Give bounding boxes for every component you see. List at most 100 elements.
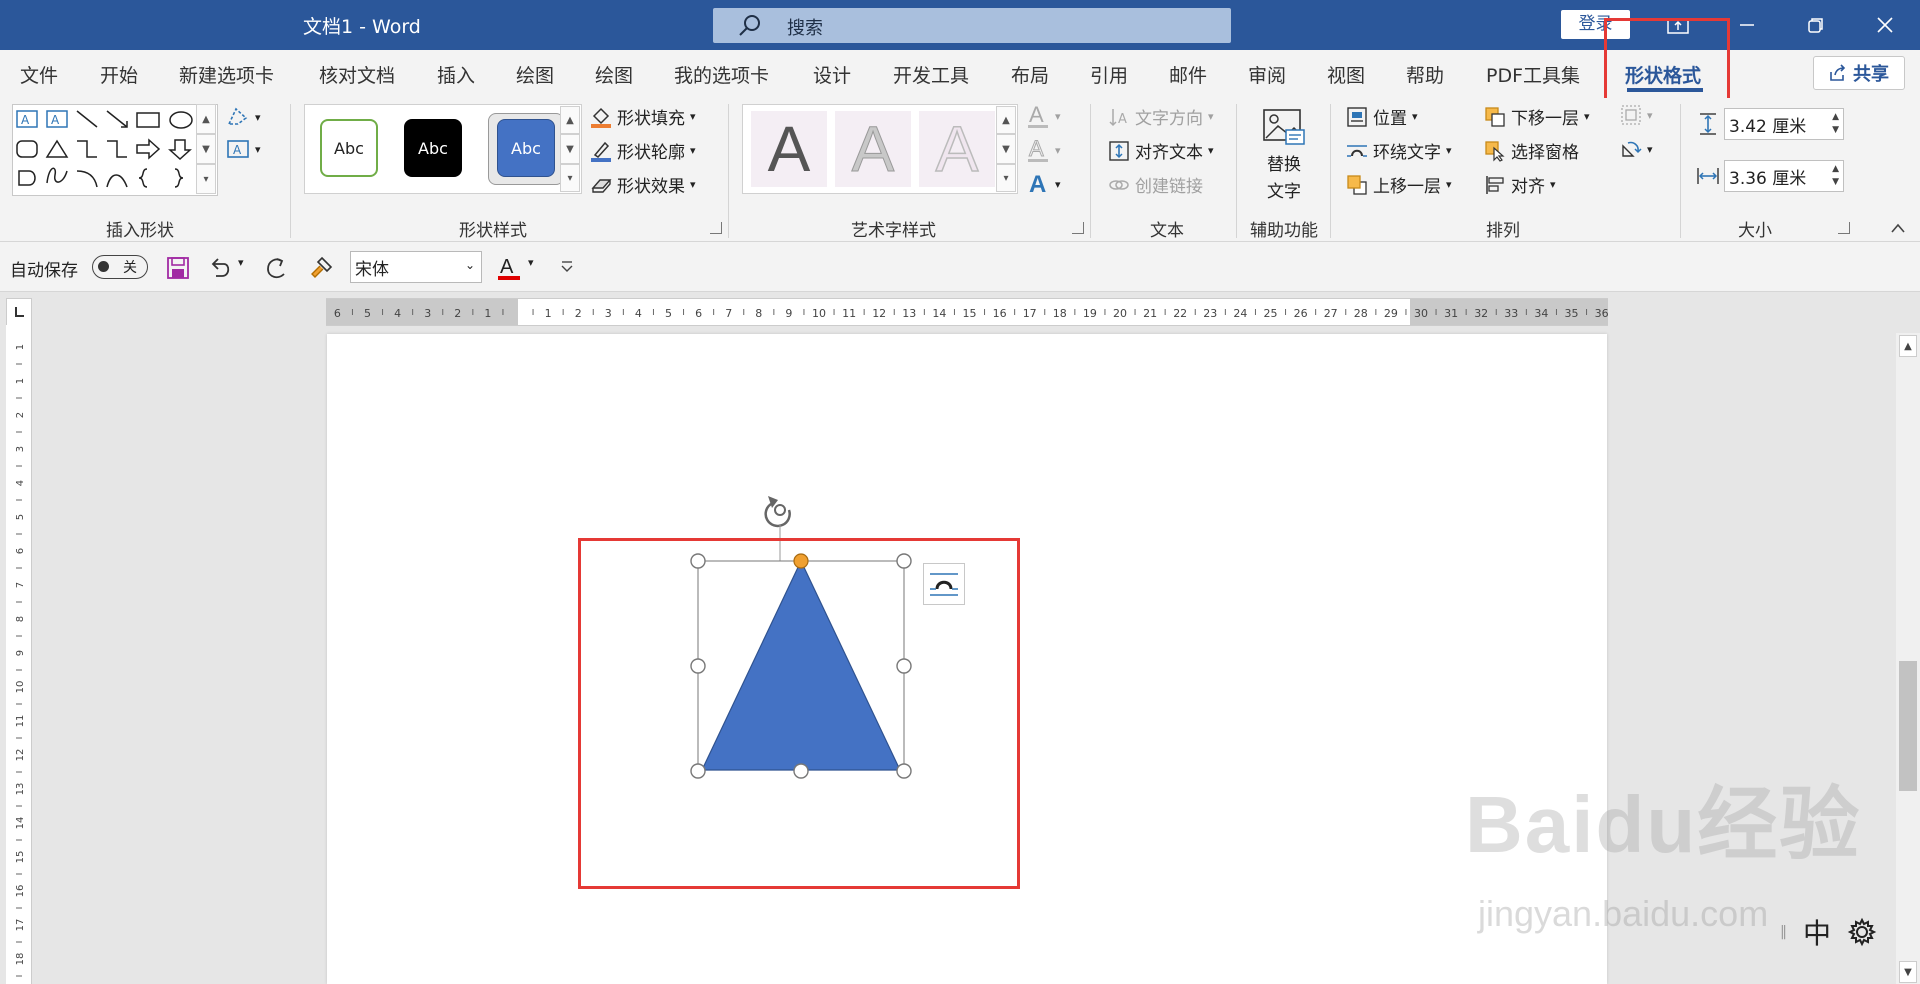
group-separator <box>728 104 729 238</box>
group-objects-button[interactable]: ▾ <box>1620 104 1653 126</box>
shape-gallery-more[interactable]: ▾ <box>196 164 216 194</box>
wordart-gallery-more[interactable]: ▾ <box>996 164 1016 192</box>
tab-check-doc[interactable]: 核对文档 <box>319 61 395 88</box>
alt-text-label-1: 替换 <box>1267 155 1301 175</box>
position-button[interactable]: 位置 ▾ <box>1346 104 1418 129</box>
ruler-label: 11 <box>15 715 26 728</box>
bring-forward-button[interactable]: 上移一层 ▾ <box>1346 172 1452 197</box>
vertical-ruler[interactable]: 112345678910111213141516171819 <box>6 325 32 984</box>
align-text-button[interactable]: 对齐文本 ▾ <box>1108 138 1214 163</box>
tab-pdf-tools[interactable]: PDF工具集 <box>1486 61 1580 88</box>
tab-my-tab[interactable]: 我的选项卡 <box>674 61 769 88</box>
close-button[interactable] <box>1855 0 1915 50</box>
shape-gallery-up[interactable]: ▲ <box>196 104 216 134</box>
tab-review[interactable]: 审阅 <box>1248 61 1286 88</box>
tab-developer[interactable]: 开发工具 <box>893 61 969 88</box>
rotate-button[interactable]: ▾ <box>1620 138 1653 160</box>
customize-qat-icon[interactable] <box>560 260 574 274</box>
font-name-select[interactable]: 宋体 ⌄ <box>350 251 482 283</box>
tab-help[interactable]: 帮助 <box>1406 61 1444 88</box>
alt-text-button[interactable]: 替换 文字 <box>1262 108 1306 202</box>
align-button[interactable]: 对齐 ▾ <box>1484 172 1556 197</box>
share-button[interactable]: 共享 <box>1813 56 1905 90</box>
edit-shape-button[interactable]: ▾ <box>226 106 261 128</box>
redo-icon[interactable] <box>264 255 290 281</box>
tab-mailings[interactable]: 邮件 <box>1169 61 1207 88</box>
shape-effects-button[interactable]: 形状效果 ▾ <box>590 172 696 197</box>
wordart-gallery-down[interactable]: ▼ <box>996 134 1016 164</box>
shape-gallery-down[interactable]: ▼ <box>196 134 216 164</box>
shape-width-input[interactable]: 3.36 厘米 ▲ ▼ <box>1724 160 1844 192</box>
ime-settings-gear-icon[interactable] <box>1847 917 1877 947</box>
wordart-gallery-up[interactable]: ▲ <box>996 106 1016 134</box>
format-painter-icon[interactable] <box>308 255 334 281</box>
bring-forward-label: 上移一层 <box>1373 177 1441 197</box>
shape-outline-button[interactable]: 形状轮廓 ▾ <box>590 138 696 163</box>
ime-toolbar: ‖ 中 <box>1780 910 1900 954</box>
minimize-icon <box>1740 24 1754 26</box>
tab-new-tab[interactable]: 新建选项卡 <box>179 61 274 88</box>
text-direction-button[interactable]: A 文字方向 ▾ <box>1108 104 1214 129</box>
pen-icon <box>591 141 611 162</box>
style-gallery-down[interactable]: ▼ <box>560 134 580 164</box>
scroll-down-button[interactable]: ▼ <box>1899 961 1917 983</box>
scrollbar-thumb[interactable] <box>1899 661 1917 791</box>
scroll-up-button[interactable]: ▲ <box>1899 335 1917 357</box>
wordart-gallery[interactable]: A A A <box>742 104 1018 194</box>
horizontal-ruler[interactable]: 6 5 4 3 2 1 1 2 3 4 5 6 7 8 9 10 11 12 13 14 15 16 17 18 19 20 21 2… <box>326 298 1608 326</box>
collapse-ribbon-icon[interactable] <box>1890 222 1906 234</box>
font-color-icon[interactable]: A <box>496 254 522 282</box>
font-color-dropdown[interactable]: ▾ <box>528 256 534 269</box>
height-spinner[interactable]: ▲ ▼ <box>1832 111 1839 137</box>
text-fill-button[interactable]: A ▾ <box>1026 102 1061 130</box>
tab-layout[interactable]: 布局 <box>1011 61 1049 88</box>
wordart-dialog-launcher[interactable] <box>1072 222 1084 234</box>
shape-fill-button[interactable]: 形状填充 ▾ <box>590 104 696 129</box>
style-gallery-more[interactable]: ▾ <box>560 164 580 192</box>
size-dialog-launcher[interactable] <box>1838 222 1850 234</box>
shape-height-input[interactable]: 3.42 厘米 ▲ ▼ <box>1724 108 1844 140</box>
shape-styles-dialog-launcher[interactable] <box>710 222 722 234</box>
save-icon[interactable] <box>166 256 190 280</box>
width-spinner[interactable]: ▲ ▼ <box>1832 163 1839 189</box>
draw-textbox-button[interactable]: A ▾ <box>226 138 261 160</box>
text-effects-button[interactable]: A ▾ <box>1026 170 1061 198</box>
tab-home[interactable]: 开始 <box>100 61 138 88</box>
undo-dropdown[interactable]: ▾ <box>238 256 244 269</box>
ruler-label: 12 <box>15 749 26 762</box>
wordart-preset-light[interactable]: A <box>835 111 911 187</box>
restore-button[interactable] <box>1786 0 1846 50</box>
send-backward-button[interactable]: 下移一层 ▾ <box>1484 104 1590 129</box>
wordart-preset-dark[interactable]: A <box>751 111 827 187</box>
style-preset-outline[interactable]: Abc <box>320 119 378 177</box>
tab-draw-1[interactable]: 绘图 <box>516 61 554 88</box>
selection-pane-button[interactable]: 选择窗格 <box>1484 138 1579 163</box>
ruler-label: 18 <box>1053 307 1067 320</box>
wordart-preset-outline[interactable]: A <box>919 111 995 187</box>
undo-icon[interactable] <box>208 256 234 280</box>
rotate-handle[interactable] <box>764 496 791 528</box>
search-box[interactable]: 搜索 <box>713 8 1231 43</box>
tab-draw-2[interactable]: 绘图 <box>595 61 633 88</box>
ruler-label: 32 <box>1474 307 1488 320</box>
tab-references[interactable]: 引用 <box>1090 61 1128 88</box>
group-separator <box>1090 104 1091 238</box>
autosave-toggle[interactable]: 关 <box>92 255 148 279</box>
style-preset-black[interactable]: Abc <box>404 119 462 177</box>
tab-file[interactable]: 文件 <box>20 61 58 88</box>
tab-view[interactable]: 视图 <box>1327 61 1365 88</box>
shape-style-gallery[interactable]: Abc Abc Abc <box>304 104 582 194</box>
tab-insert[interactable]: 插入 <box>437 61 475 88</box>
ruler-label: 4 <box>394 307 401 320</box>
style-gallery-up[interactable]: ▲ <box>560 106 580 134</box>
ime-mode-button[interactable]: 中 <box>1803 912 1831 952</box>
vertical-scrollbar[interactable]: ▲ ▼ <box>1896 333 1920 984</box>
create-link-button[interactable]: 创建链接 <box>1108 172 1203 197</box>
text-outline-button[interactable]: A ▾ <box>1026 136 1061 164</box>
tab-stop-selector[interactable] <box>6 298 32 326</box>
shape-gallery[interactable]: A A <box>12 104 218 196</box>
tab-design[interactable]: 设计 <box>813 61 851 88</box>
chevron-down-icon: ⌄ <box>464 258 475 272</box>
style-preset-blue[interactable]: Abc <box>497 119 555 177</box>
wrap-text-button[interactable]: 环绕文字 ▾ <box>1346 138 1452 163</box>
